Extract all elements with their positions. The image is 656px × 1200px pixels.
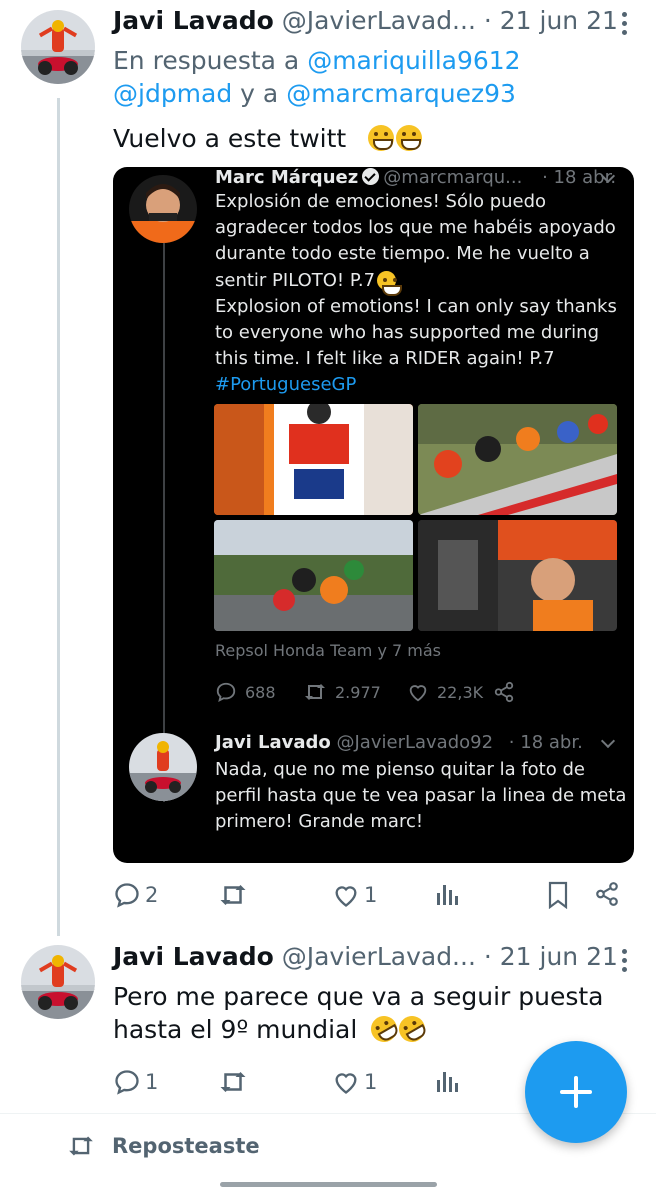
heart-icon (409, 685, 427, 702)
photo-race-track (214, 520, 413, 631)
repost-icon (220, 885, 246, 905)
photo-podium (214, 404, 413, 515)
mention-link[interactable]: @jdpmad (113, 79, 232, 108)
verified-badge-icon (362, 168, 380, 185)
more-options-icon[interactable] (614, 949, 634, 972)
photo-race-pack (418, 404, 617, 515)
embed-tweet-text: Explosión de emociones! Sólo puedo agrad… (215, 189, 620, 399)
tweet-actions: 2 1 (113, 881, 623, 911)
embed-author-name: Marc Márquez (215, 167, 359, 188)
author-name[interactable]: Javi Lavado (113, 6, 274, 35)
embed-text-en: Explosion of emotions! I can only say th… (215, 295, 617, 370)
embed-retweet-count: 2.977 (335, 682, 381, 702)
like-button[interactable]: 1 (332, 881, 377, 909)
like-count: 1 (364, 883, 378, 907)
views-chart-icon (437, 1072, 458, 1092)
tweet-header: Javi Lavado @JavierLavad... · 21 jun 21 (113, 6, 618, 35)
photo-marc-smiling (418, 520, 617, 631)
embed-header: Marc Márquez @marcmarqu... · 18 abr. (215, 167, 616, 188)
photo-credit: Repsol Honda Team y 7 más (215, 641, 441, 660)
bookmark-icon (548, 881, 568, 909)
embed-share-icon (493, 681, 515, 703)
heart-icon (335, 1073, 357, 1094)
rolling-on-floor-laughing-emoji-icon (394, 1011, 431, 1047)
retweet-icon (305, 684, 325, 700)
share-icon (596, 882, 618, 906)
repost-button[interactable] (218, 881, 248, 909)
embed-retweet-stat: 2.977 (303, 681, 381, 703)
avatar[interactable] (21, 945, 95, 1019)
mention-link[interactable]: @marcmarquez93 (286, 79, 516, 108)
reply-prefix: En respuesta a (113, 46, 308, 75)
attached-image[interactable]: Marc Márquez @marcmarqu... · 18 abr. Expl… (113, 167, 634, 863)
thread-line (57, 98, 60, 936)
tweet-text-content: Vuelvo a este twitt (113, 124, 347, 153)
chevron-down-icon (600, 733, 616, 749)
repost-icon (220, 1072, 246, 1092)
tweet-date[interactable]: · 21 jun 21 (484, 942, 618, 971)
reply-count: 1 (145, 1070, 159, 1094)
reply-context: En respuesta a @mariquilla9612 @jdpmad y … (113, 44, 533, 110)
grinning-face-emoji-icon (396, 125, 423, 151)
repost-indicator: Reposteaste (66, 1133, 260, 1159)
avatar[interactable] (21, 10, 95, 84)
tweet-date[interactable]: · 21 jun 21 (484, 6, 618, 35)
author-handle[interactable]: @JavierLavad... (282, 942, 476, 971)
tweet-header: Javi Lavado @JavierLavad... · 21 jun 21 (113, 942, 618, 971)
author-handle[interactable]: @JavierLavad... (282, 6, 476, 35)
more-options-icon[interactable] (614, 12, 634, 35)
reply-button[interactable]: 1 (113, 1068, 158, 1096)
embed-like-count: 22,3K (437, 682, 484, 702)
embed-text-es: Explosión de emociones! Sólo puedo agrad… (215, 191, 616, 291)
repost-label: Reposteaste (112, 1134, 260, 1158)
tweet-text-line: Pero me parece que va a seguir puesta (113, 982, 604, 1011)
tweet-text: Vuelvo a este twitt (113, 122, 423, 155)
embed-reply-date: · 18 abr. (508, 732, 583, 753)
embed-reply-avatar (129, 733, 197, 801)
views-chart-icon (437, 885, 458, 905)
compose-button[interactable] (525, 1041, 627, 1143)
heart-icon (335, 886, 357, 907)
reply-count: 2 (145, 883, 159, 907)
like-button[interactable]: 1 (332, 1068, 377, 1096)
embed-reply-stat: 688 (215, 681, 276, 703)
rolling-on-floor-laughing-emoji-icon (366, 1011, 403, 1047)
grinning-face-emoji-icon (368, 125, 395, 151)
share-button[interactable] (594, 881, 620, 907)
author-name[interactable]: Javi Lavado (113, 942, 274, 971)
reply-icon (216, 682, 236, 702)
tweet-text-line: hasta el 9º mundial (113, 1015, 358, 1044)
embed-reply-count: 688 (245, 682, 276, 702)
reply-button[interactable]: 2 (113, 881, 158, 909)
embed-reply-header: Javi Lavado @JavierLavado92 · 18 abr. (215, 732, 583, 753)
reply-icon (115, 883, 139, 908)
repost-button[interactable] (218, 1068, 248, 1096)
embed-author-handle: @marcmarqu... (383, 167, 523, 188)
reply-connector: y a (232, 79, 287, 108)
views-button[interactable] (435, 1068, 459, 1094)
bookmark-button[interactable] (546, 881, 570, 909)
tweet-text: Pero me parece que va a seguir puesta ha… (113, 980, 604, 1047)
hashtag-link: #PortugueseGP (215, 374, 357, 396)
repost-icon (69, 1136, 93, 1156)
embed-reply-name: Javi Lavado (215, 732, 331, 753)
grinning-face-emoji-icon (377, 270, 403, 296)
views-button[interactable] (435, 881, 459, 907)
embed-avatar (129, 175, 197, 243)
home-indicator[interactable] (220, 1182, 437, 1187)
mention-link[interactable]: @mariquilla9612 (307, 46, 520, 75)
embed-thread-line (163, 237, 165, 802)
reply-icon (115, 1070, 139, 1095)
embed-like-stat: 22,3K (407, 681, 483, 703)
embed-reply-text: Nada, que no me pienso quitar la foto de… (215, 759, 627, 833)
embed-reply-handle: @JavierLavado92 (336, 732, 494, 753)
embed-stats: 688 2.977 22,3K (215, 681, 615, 705)
like-count: 1 (364, 1070, 378, 1094)
